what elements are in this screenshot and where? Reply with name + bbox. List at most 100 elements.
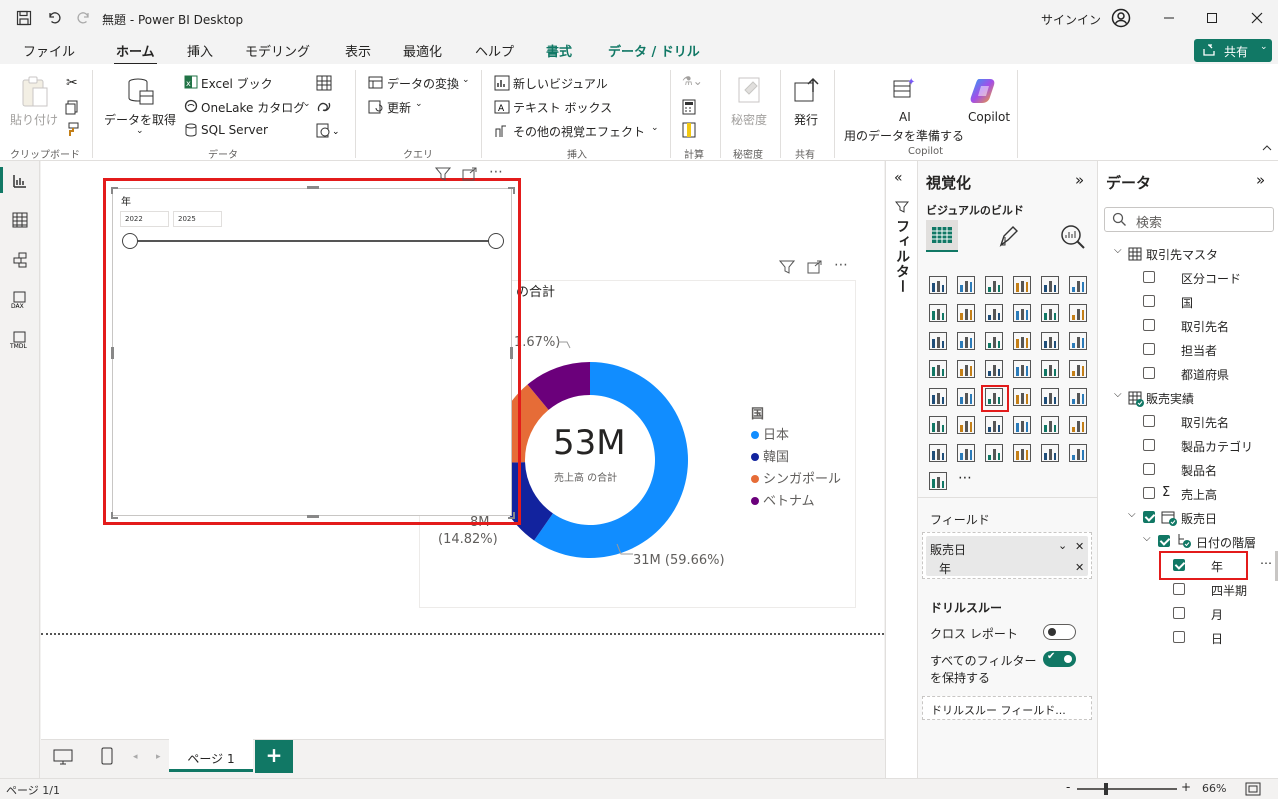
transform-data-button[interactable]: データの変換: [387, 75, 459, 92]
ai-prep-button[interactable]: AI: [899, 110, 911, 124]
collapse-icon[interactable]: »: [1256, 171, 1265, 189]
ai-prep-button-line2[interactable]: 用のデータを準備する: [844, 127, 964, 144]
focus-mode-icon[interactable]: [462, 167, 478, 181]
field-checkbox[interactable]: [1143, 343, 1155, 355]
chevron-down-icon[interactable]: ⌄: [651, 123, 659, 133]
chevron-down-icon[interactable]: ⌵: [1143, 533, 1151, 544]
stacked-area-visual-icon[interactable]: [984, 303, 1004, 323]
field-checkbox[interactable]: [1173, 631, 1185, 643]
decomposition-tree-visual-icon[interactable]: [984, 415, 1004, 435]
fit-to-page-icon[interactable]: [1245, 782, 1261, 796]
onelake-catalog-button[interactable]: OneLake カタログ: [201, 99, 305, 116]
focus-mode-icon[interactable]: [807, 260, 823, 274]
zoom-out-button[interactable]: -: [1066, 780, 1070, 794]
tab-insert[interactable]: 挿入: [187, 41, 213, 60]
signin-link[interactable]: サインイン: [1041, 11, 1101, 28]
table-name[interactable]: 販売実績: [1146, 390, 1194, 407]
field-checkbox[interactable]: [1158, 535, 1170, 547]
legend-item[interactable]: 日本: [751, 424, 789, 443]
table-visual-icon[interactable]: [1012, 387, 1032, 407]
paginated-visual-icon[interactable]: [1068, 415, 1088, 435]
arcgis-visual-icon[interactable]: [1012, 443, 1032, 463]
new-measure-icon[interactable]: [682, 99, 696, 115]
field-checkbox[interactable]: [1143, 463, 1155, 475]
dataverse-icon[interactable]: [316, 99, 332, 115]
excel-workbook-button[interactable]: Excel ブック: [201, 75, 273, 92]
resize-handles[interactable]: [108, 184, 518, 522]
expand-icon[interactable]: «: [894, 170, 903, 186]
filters-pane-collapsed[interactable]: « フィルター: [885, 161, 917, 778]
format-painter-icon[interactable]: [64, 121, 80, 137]
tmdl-view-icon[interactable]: TMDL: [9, 331, 31, 349]
recent-sources-icon[interactable]: ⌄: [316, 122, 342, 138]
more-visuals-button[interactable]: その他の視覚エフェクト: [513, 123, 645, 140]
chevron-down-icon[interactable]: ⌵: [1114, 389, 1122, 400]
more-options-icon[interactable]: ⋯: [489, 164, 503, 180]
more-visuals-icon[interactable]: ⋯: [958, 470, 972, 486]
cross-report-toggle[interactable]: [1043, 624, 1076, 640]
dax-query-icon[interactable]: DAX: [10, 291, 30, 309]
close-icon[interactable]: [1250, 11, 1264, 25]
hierarchy-name[interactable]: 日付の階層: [1196, 534, 1256, 551]
mobile-layout-icon[interactable]: [101, 747, 113, 765]
line-stacked-column-visual-icon[interactable]: [1040, 303, 1060, 323]
field-checkbox[interactable]: [1143, 367, 1155, 379]
clustered-column-visual-icon[interactable]: [1012, 275, 1032, 295]
paste-button[interactable]: 貼り付け: [10, 111, 58, 128]
sensitivity-icon[interactable]: [735, 75, 765, 105]
desktop-layout-icon[interactable]: [53, 749, 73, 765]
funnel-visual-icon[interactable]: [984, 331, 1004, 351]
azure-map-visual-icon[interactable]: [1040, 359, 1060, 379]
power-automate-visual-icon[interactable]: [984, 443, 1004, 463]
filter-icon[interactable]: [779, 260, 795, 274]
build-visual-tab-icon[interactable]: [926, 220, 958, 252]
pie-visual-icon[interactable]: [1040, 331, 1060, 351]
field-item[interactable]: 売上高: [1181, 486, 1217, 503]
100-bar-visual-icon[interactable]: [1040, 275, 1060, 295]
filter-icon[interactable]: [435, 167, 451, 181]
narrative-visual-icon[interactable]: [1040, 415, 1060, 435]
field-item[interactable]: 販売日: [1181, 510, 1217, 527]
treemap-visual-icon[interactable]: [928, 359, 948, 379]
publish-icon[interactable]: [792, 75, 822, 105]
line-visual-icon[interactable]: [928, 303, 948, 323]
tab-optimize[interactable]: 最適化: [403, 41, 442, 60]
zoom-in-button[interactable]: +: [1181, 780, 1191, 794]
sql-server-button[interactable]: SQL Server: [201, 123, 268, 137]
field-checkbox[interactable]: [1143, 511, 1155, 523]
prev-page-icon[interactable]: ◂: [133, 752, 138, 762]
search-input[interactable]: [1104, 207, 1274, 232]
share-button[interactable]: 共有 ⌄: [1194, 39, 1272, 62]
field-item[interactable]: 取引先名: [1181, 414, 1229, 431]
tab-format[interactable]: 書式: [546, 41, 572, 60]
field-checkbox[interactable]: [1143, 295, 1155, 307]
publish-button[interactable]: 発行: [794, 111, 818, 128]
chevron-down-icon[interactable]: ⌵: [1128, 509, 1136, 520]
100-column-visual-icon[interactable]: [1068, 275, 1088, 295]
database-icon[interactable]: [125, 76, 155, 106]
quick-measure-icon[interactable]: ⚗⌄: [682, 74, 703, 88]
field-item[interactable]: 製品名: [1181, 462, 1217, 479]
100-area-visual-icon[interactable]: [1012, 303, 1032, 323]
field-checkbox[interactable]: [1143, 415, 1155, 427]
collapse-ribbon-icon[interactable]: [1262, 144, 1272, 152]
esri-visual-icon[interactable]: [1040, 443, 1060, 463]
chevron-down-icon[interactable]: ⌄: [415, 99, 423, 109]
field-item[interactable]: 国: [1181, 294, 1193, 311]
waterfall-visual-icon[interactable]: [956, 331, 976, 351]
tab-view[interactable]: 表示: [345, 41, 371, 60]
clustered-bar-visual-icon[interactable]: [984, 275, 1004, 295]
report-view-icon[interactable]: [12, 173, 28, 189]
python-visual-icon[interactable]: [928, 415, 948, 435]
new-column-icon[interactable]: [682, 122, 696, 138]
more-options-icon[interactable]: ⋯: [1260, 556, 1272, 570]
new-visual-button[interactable]: 新しいビジュアル: [513, 75, 608, 92]
collapse-icon[interactable]: »: [1075, 171, 1084, 189]
field-checkbox[interactable]: [1143, 319, 1155, 331]
copilot-button[interactable]: Copilot: [968, 110, 1010, 124]
ai-prep-icon[interactable]: ✦: [891, 75, 919, 103]
chevron-down-icon[interactable]: ⌄: [136, 126, 144, 136]
card-visual-icon[interactable]: [928, 387, 948, 407]
qa-visual-icon[interactable]: [1012, 415, 1032, 435]
more-options-icon[interactable]: ⋯: [834, 257, 848, 273]
